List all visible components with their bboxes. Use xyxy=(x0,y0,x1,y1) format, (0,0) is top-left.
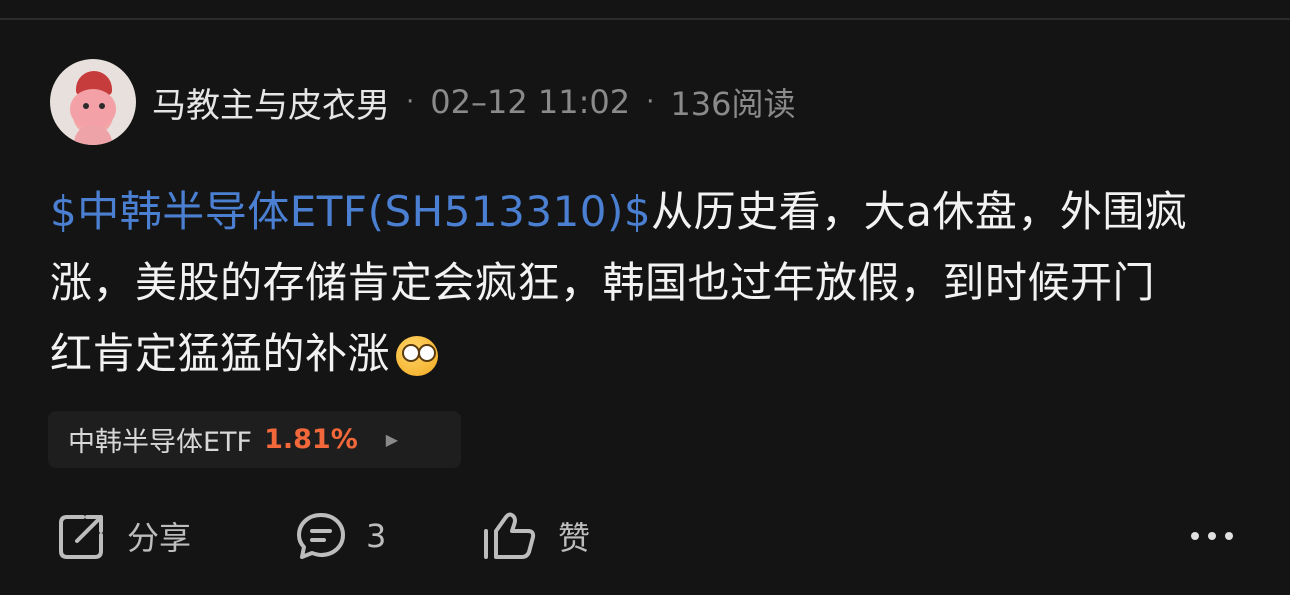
post-header: 马教主与皮衣男 · 02–12 11:02 · 136阅读 xyxy=(50,58,795,146)
meta-separator: · xyxy=(406,87,415,117)
author-name[interactable]: 马教主与皮衣男 xyxy=(152,78,390,127)
comment-count: 3 xyxy=(366,517,387,555)
more-icon xyxy=(1191,532,1233,540)
avatar-eye xyxy=(83,103,89,109)
chevron-right-icon: ▶ xyxy=(385,430,399,449)
ticker-link[interactable]: $中韩半导体ETF(SH513310)$ xyxy=(50,187,651,236)
more-options-button[interactable] xyxy=(1187,506,1237,566)
comment-icon xyxy=(297,513,345,559)
post-meta: 马教主与皮衣男 · 02–12 11:02 · 136阅读 xyxy=(152,78,795,127)
meta-separator: · xyxy=(646,87,655,117)
thinking-emoji-icon: 666 xyxy=(394,330,440,376)
comment-button[interactable]: 3 xyxy=(294,506,386,566)
like-label: 赞 xyxy=(558,519,591,557)
read-count: 136阅读 xyxy=(670,85,796,123)
share-label: 分享 xyxy=(127,519,192,557)
post-body: $中韩半导体ETF(SH513310)$从历史看，大a休盘，外围疯涨，美股的存储… xyxy=(50,176,1190,389)
share-button[interactable]: 分享 xyxy=(55,506,191,566)
post-time: 02–12 11:02 xyxy=(430,83,631,121)
action-bar: 分享 3 赞 xyxy=(50,506,1240,566)
avatar[interactable] xyxy=(50,59,136,145)
stock-chip[interactable]: 中韩半导体ETF 1.81% ▶ xyxy=(48,411,461,468)
top-divider xyxy=(0,18,1290,20)
avatar-eye xyxy=(99,103,105,109)
stock-change: 1.81% xyxy=(264,424,358,455)
share-icon xyxy=(59,515,103,559)
avatar-body xyxy=(74,125,112,145)
thumbs-up-icon xyxy=(484,512,536,559)
avatar-face xyxy=(70,89,116,129)
stock-name: 中韩半导体ETF xyxy=(68,427,253,458)
like-button[interactable]: 赞 xyxy=(482,506,590,566)
